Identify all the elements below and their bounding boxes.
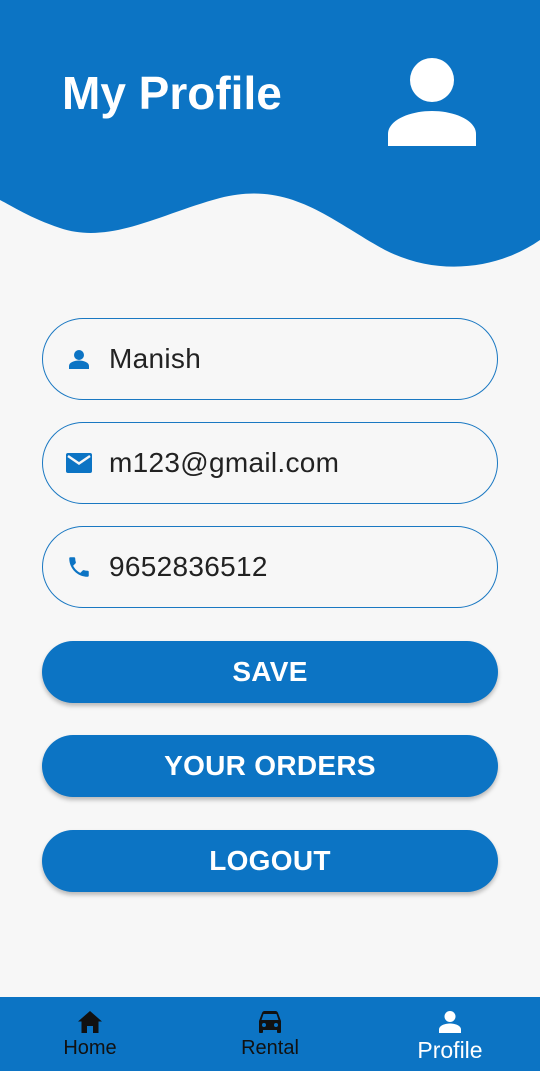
bottom-navigation: Home Rental Profile — [0, 997, 540, 1071]
phone-icon — [65, 553, 93, 581]
person-icon — [65, 345, 93, 373]
nav-label-rental: Rental — [241, 1037, 299, 1059]
profile-header: My Profile — [0, 0, 540, 270]
nav-label-home: Home — [63, 1037, 117, 1059]
save-button[interactable]: SAVE — [42, 641, 498, 703]
nav-item-rental[interactable]: Rental — [180, 997, 360, 1071]
mail-icon — [65, 449, 93, 477]
name-field[interactable]: Manish — [42, 318, 498, 400]
email-value: m123@gmail.com — [109, 447, 340, 478]
logout-button[interactable]: LOGOUT — [42, 830, 498, 892]
phone-value: 9652836512 — [109, 551, 268, 582]
nav-label-profile: Profile — [417, 1037, 483, 1063]
your-orders-button[interactable]: YOUR ORDERS — [42, 735, 498, 797]
name-value: Manish — [109, 343, 202, 374]
nav-item-home[interactable]: Home — [0, 997, 180, 1071]
nav-item-profile[interactable]: Profile — [360, 997, 540, 1071]
phone-field[interactable]: 9652836512 — [42, 526, 498, 608]
page-title: My Profile — [62, 67, 282, 119]
avatar-person-icon[interactable] — [386, 56, 478, 148]
person-icon — [436, 1009, 464, 1035]
home-icon — [76, 1009, 104, 1035]
email-field[interactable]: m123@gmail.com — [42, 422, 498, 504]
car-icon — [256, 1009, 284, 1035]
